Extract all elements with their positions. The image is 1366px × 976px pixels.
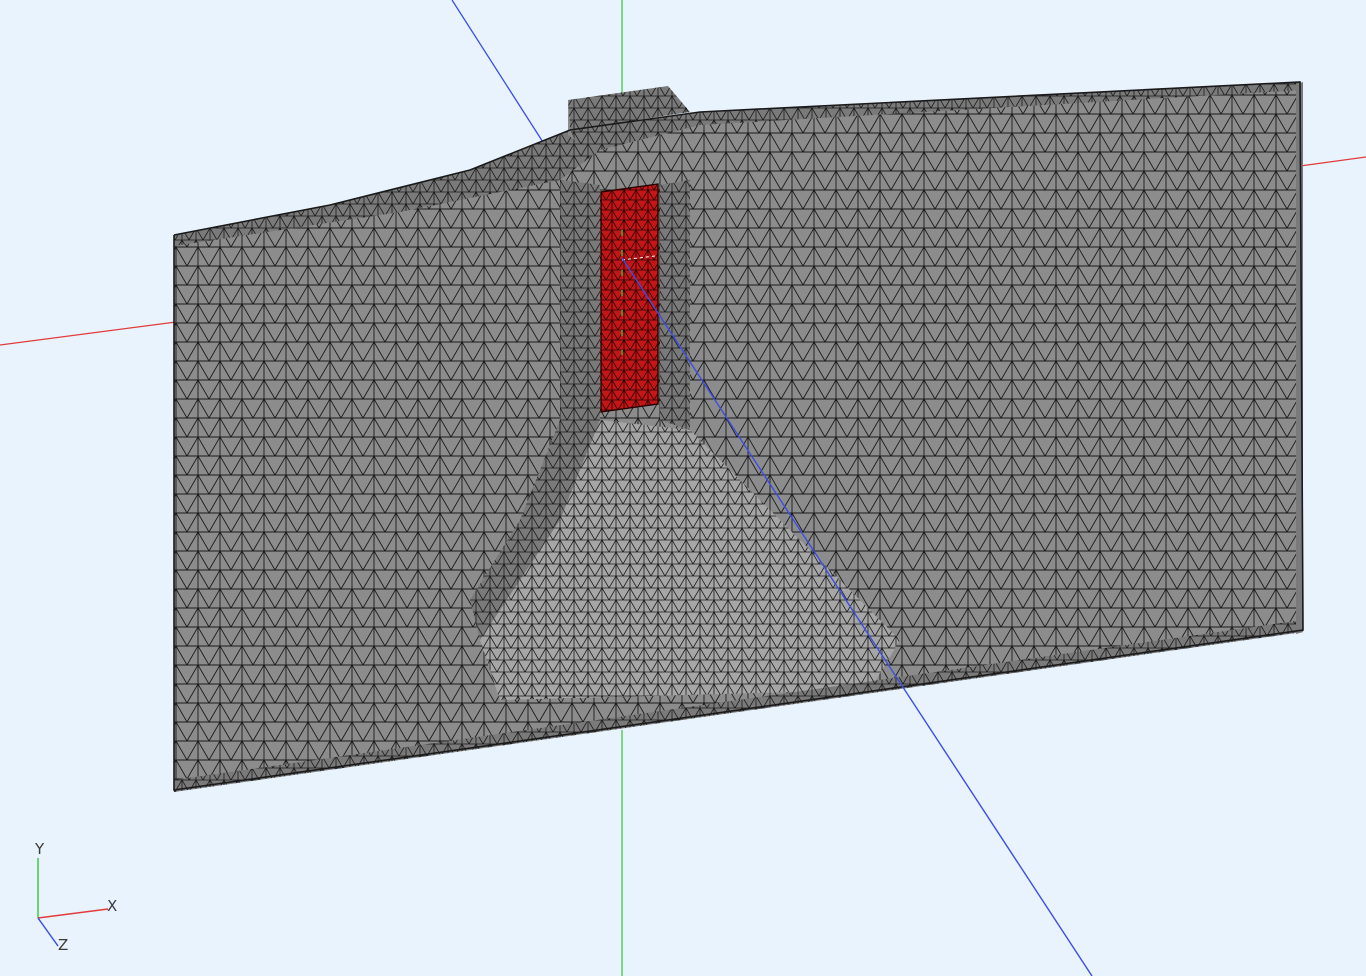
scene-x-axis-right bbox=[1299, 156, 1366, 167]
triad-z-line bbox=[37, 917, 59, 947]
scene-z-axis-back bbox=[451, 0, 549, 151]
orientation-triad: Y X Z bbox=[34, 840, 117, 954]
3d-viewport[interactable]: Y X Z bbox=[0, 0, 1366, 976]
scene-x-axis-left bbox=[0, 321, 177, 346]
triad-y-label: Y bbox=[34, 840, 45, 858]
mesh-inner-wall-right-grid bbox=[660, 180, 690, 430]
triad-x-line bbox=[37, 908, 109, 919]
triad-z-label: Z bbox=[58, 936, 68, 954]
selected-region[interactable] bbox=[600, 183, 659, 413]
selected-region-grid bbox=[601, 184, 658, 412]
triad-x-label: X bbox=[107, 897, 117, 915]
